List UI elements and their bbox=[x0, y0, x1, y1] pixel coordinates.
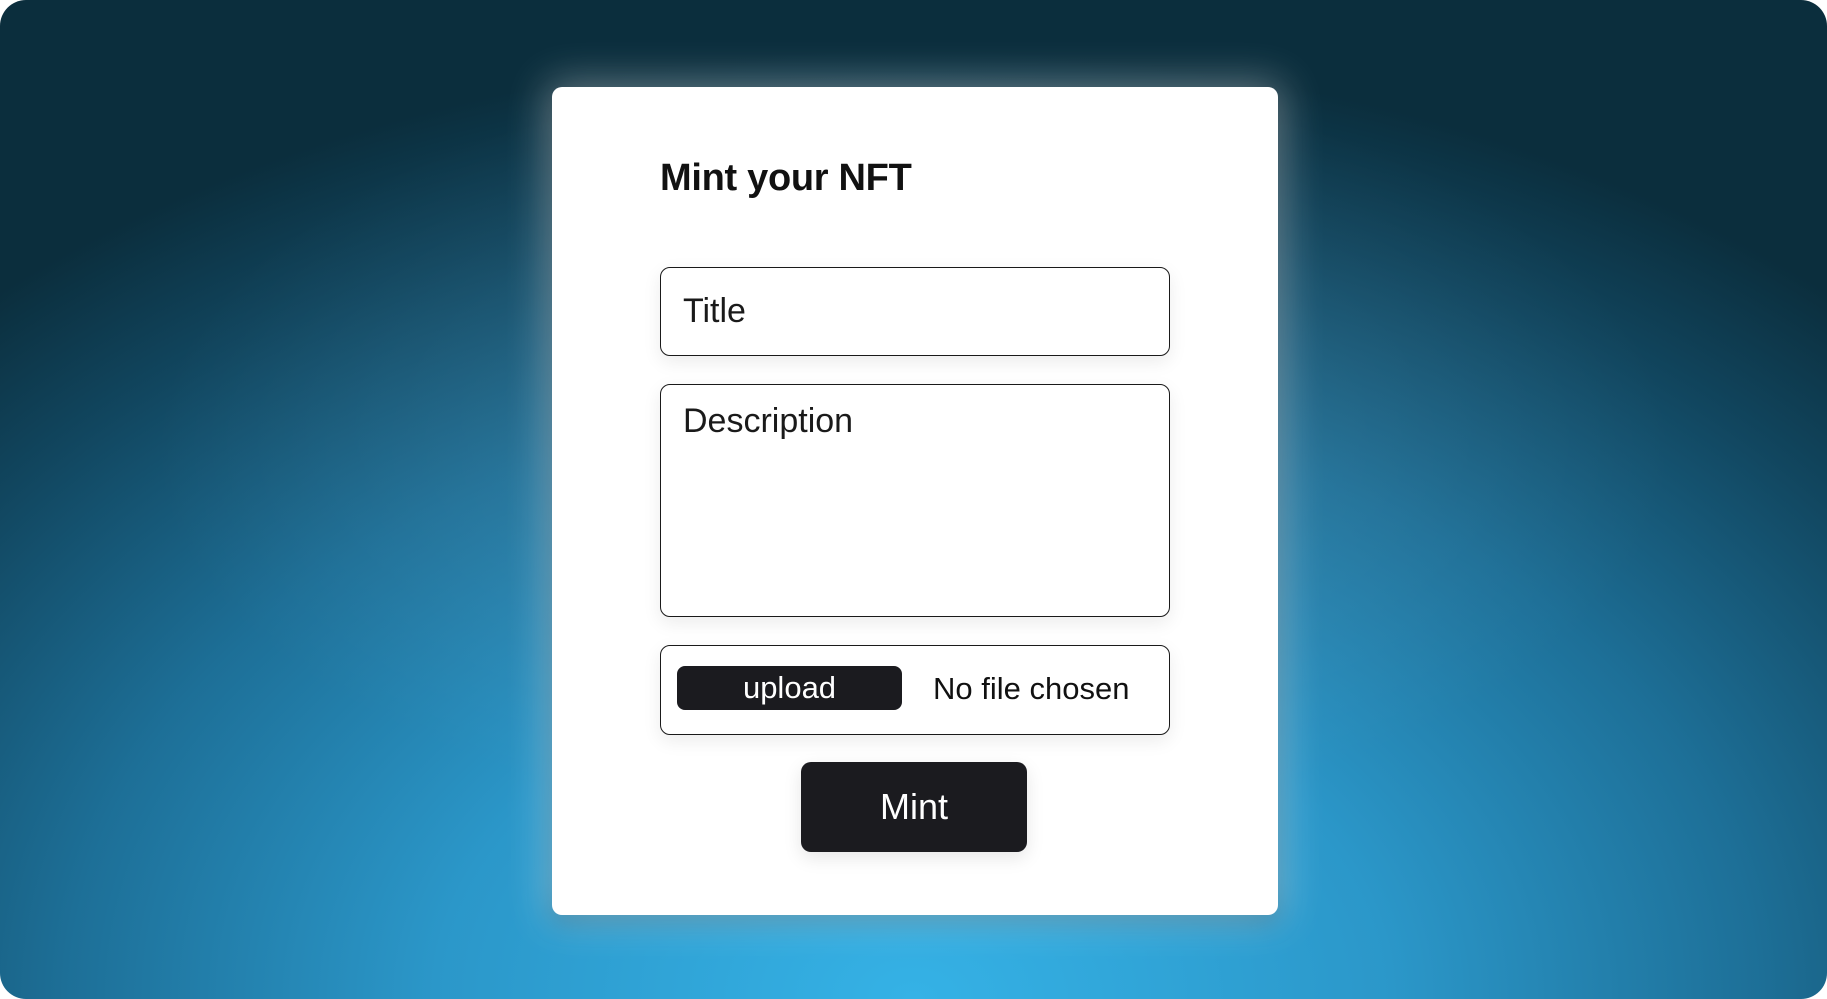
file-status-text: No file chosen bbox=[933, 671, 1130, 706]
mint-form-card: Mint your NFT upload No file chosen Mint bbox=[552, 87, 1278, 915]
upload-button[interactable]: upload bbox=[677, 666, 902, 710]
title-input[interactable] bbox=[660, 267, 1170, 356]
mint-button[interactable]: Mint bbox=[801, 762, 1027, 852]
form-title: Mint your NFT bbox=[660, 157, 912, 199]
description-input[interactable] bbox=[660, 384, 1170, 617]
file-upload-field[interactable]: upload No file chosen bbox=[660, 645, 1170, 735]
